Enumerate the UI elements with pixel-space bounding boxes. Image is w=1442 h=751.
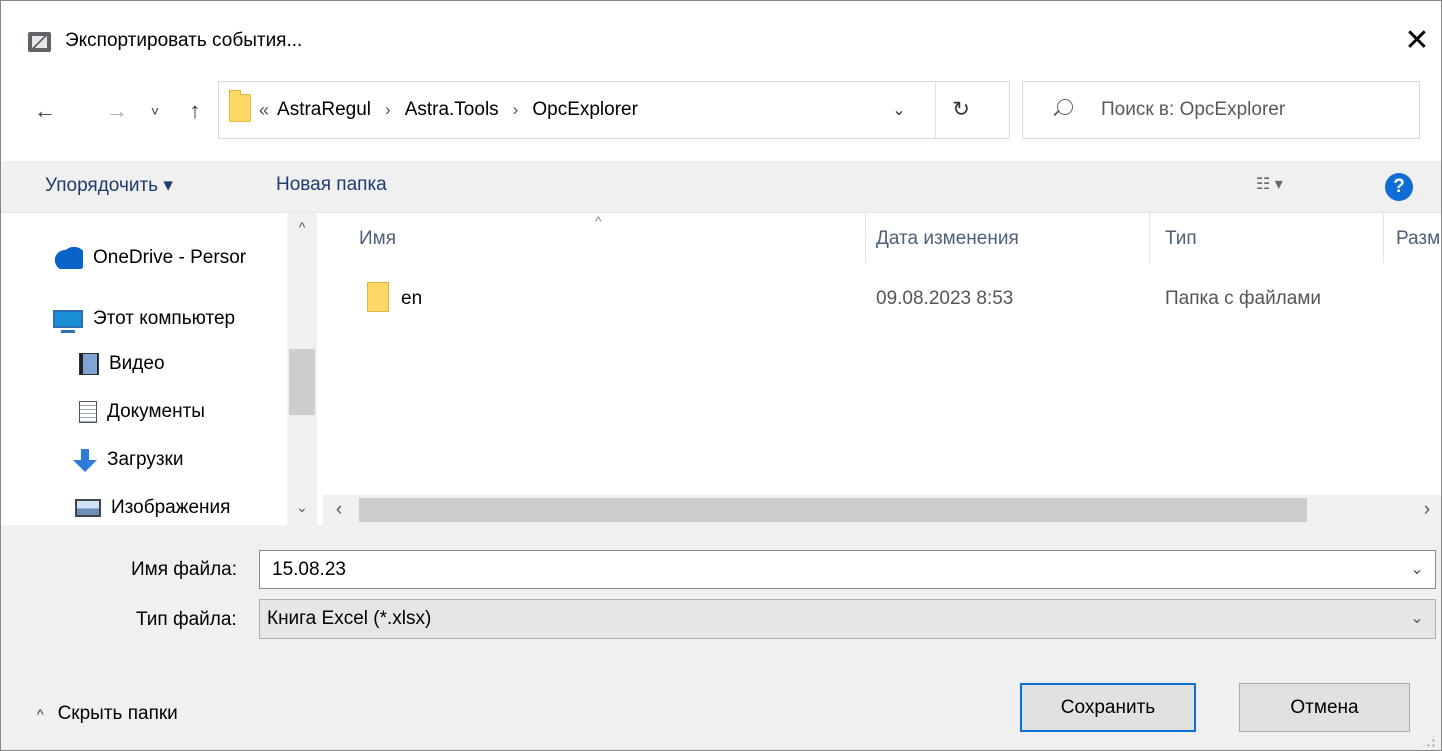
chevron-down-icon[interactable]: ⌄ <box>1407 608 1427 628</box>
filetype-value: Книга Excel (*.xlsx) <box>267 608 432 629</box>
refresh-icon[interactable]: ↻ <box>947 96 975 124</box>
chevron-down-icon[interactable]: ⌄ <box>1407 559 1427 579</box>
window-title: Экспортировать события... <box>65 30 303 51</box>
command-bar: Упорядочить ▾ Новая папка ☷ ▾ ? <box>1 161 1441 213</box>
documents-icon <box>79 401 97 423</box>
downloads-icon <box>73 449 97 472</box>
breadcrumb: « AstraRegul › Astra.Tools › OpcExplorer <box>259 99 638 121</box>
sidebar-item-label: Документы <box>107 401 205 422</box>
hide-folders-label: Скрыть папки <box>57 703 178 724</box>
folder-icon <box>229 90 251 122</box>
app-icon <box>28 32 51 52</box>
close-icon[interactable]: ✕ <box>1399 23 1435 59</box>
cancel-button[interactable]: Отмена <box>1239 683 1410 732</box>
column-divider[interactable] <box>865 213 866 263</box>
chevron-up-icon: ^ <box>37 706 44 722</box>
filename-label: Имя файла: <box>131 559 238 580</box>
save-form: Имя файла: 15.08.23 ⌄ Тип файла: Книга E… <box>1 525 1441 750</box>
chevron-down-icon: ▾ <box>1274 176 1283 193</box>
onedrive-cloud-icon <box>53 247 83 269</box>
scroll-up-icon[interactable]: ^ <box>287 219 317 239</box>
scroll-down-icon[interactable]: ⌄ <box>287 499 317 519</box>
scroll-left-icon[interactable]: ‹ <box>329 499 349 521</box>
column-header-date[interactable]: Дата изменения <box>876 228 1019 250</box>
column-divider[interactable] <box>1383 213 1384 263</box>
file-type: Папка с файлами <box>1165 288 1322 309</box>
breadcrumb-overflow[interactable]: « <box>259 100 269 121</box>
new-folder-button[interactable]: Новая папка <box>276 174 387 196</box>
breadcrumb-opcexplorer[interactable]: OpcExplorer <box>532 99 638 121</box>
column-divider[interactable] <box>1149 213 1150 263</box>
resize-grip-icon[interactable] <box>1421 733 1437 749</box>
file-name[interactable]: en <box>401 288 422 310</box>
sidebar-item-label: Изображения <box>111 497 231 518</box>
title-bar: Экспортировать события... ✕ <box>1 1 1441 81</box>
scrollbar-thumb[interactable] <box>359 498 1307 522</box>
file-modified: 09.08.2023 8:53 <box>876 288 1014 309</box>
chevron-right-icon[interactable]: › <box>513 100 519 120</box>
save-button[interactable]: Сохранить <box>1020 683 1196 732</box>
recent-locations-chevron-icon[interactable]: ˅ <box>141 96 169 126</box>
chevron-right-icon[interactable]: › <box>385 100 391 120</box>
filetype-select[interactable]: Книга Excel (*.xlsx) ⌄ <box>259 599 1436 639</box>
pictures-icon <box>75 499 101 517</box>
organize-button[interactable]: Упорядочить ▾ <box>45 174 173 197</box>
search-placeholder: Поиск в: OpcExplorer <box>1101 99 1286 120</box>
hide-folders-button[interactable]: ^ Скрыть папки <box>37 703 178 725</box>
sidebar-item-label: OneDrive - Persor <box>93 247 247 268</box>
search-icon <box>1057 99 1073 115</box>
forward-arrow-icon[interactable]: → <box>103 96 131 126</box>
scroll-right-icon[interactable]: › <box>1417 499 1437 521</box>
video-icon <box>79 353 99 375</box>
sidebar-item-label: Видео <box>109 353 165 374</box>
help-icon[interactable]: ? <box>1385 173 1413 201</box>
folder-icon[interactable] <box>367 282 389 312</box>
navigation-pane: OneDrive - Persor Этот компьютер Видео Д… <box>1 213 321 525</box>
file-list-horizontal-scrollbar[interactable]: ‹ › <box>323 495 1441 525</box>
column-header-name[interactable]: Имя <box>359 228 396 250</box>
search-input[interactable]: Поиск в: OpcExplorer <box>1022 81 1420 139</box>
save-dialog-window: Экспортировать события... ✕ ← → ˅ ↑ « As… <box>0 0 1442 751</box>
filename-value[interactable]: 15.08.23 <box>272 559 346 581</box>
divider <box>935 82 936 138</box>
chevron-down-icon[interactable]: ⌄ <box>886 98 912 124</box>
file-list: ^ Имя Дата изменения Тип Разм en 09.08.2… <box>323 213 1441 525</box>
sidebar-item-label: Загрузки <box>107 449 184 470</box>
sidebar-item-label: Этот компьютер <box>93 308 236 329</box>
up-arrow-icon[interactable]: ↑ <box>181 96 209 126</box>
address-bar[interactable]: « AstraRegul › Astra.Tools › OpcExplorer… <box>218 81 1010 139</box>
column-header-type[interactable]: Тип <box>1165 228 1197 250</box>
filename-field[interactable]: 15.08.23 ⌄ <box>259 550 1436 589</box>
filetype-label: Тип файла: <box>136 609 237 630</box>
navigation-pane-scrollbar[interactable]: ^ ⌄ <box>287 213 317 525</box>
sort-ascending-icon: ^ <box>595 213 602 229</box>
computer-icon <box>53 310 83 333</box>
breadcrumb-astraregul[interactable]: AstraRegul <box>277 99 371 121</box>
scrollbar-thumb[interactable] <box>289 349 315 415</box>
breadcrumb-astra-tools[interactable]: Astra.Tools <box>405 99 499 121</box>
view-options-icon[interactable]: ☷ ▾ <box>1256 174 1326 200</box>
sidebar-item-downloads[interactable]: Загрузки <box>73 437 363 483</box>
back-arrow-icon[interactable]: ← <box>31 96 59 126</box>
column-header-size[interactable]: Разм <box>1396 228 1440 250</box>
